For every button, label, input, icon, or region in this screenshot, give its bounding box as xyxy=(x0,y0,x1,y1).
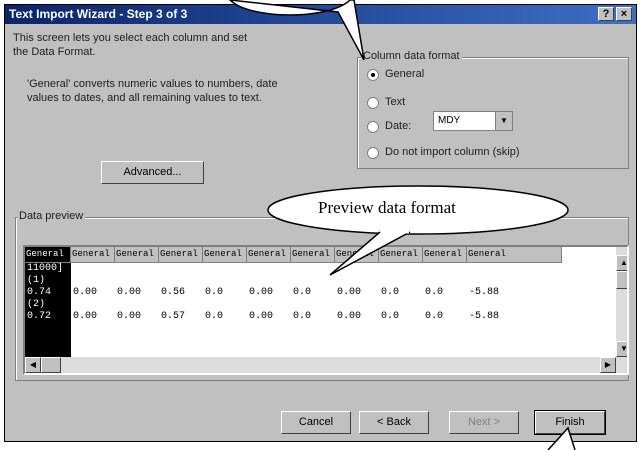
top-callout-bubble xyxy=(228,0,365,61)
bottom-callout-pointer xyxy=(547,426,576,450)
callout-label: Preview data format xyxy=(318,198,456,217)
preview-callout-tail xyxy=(329,231,411,276)
callout-overlay xyxy=(228,0,576,450)
